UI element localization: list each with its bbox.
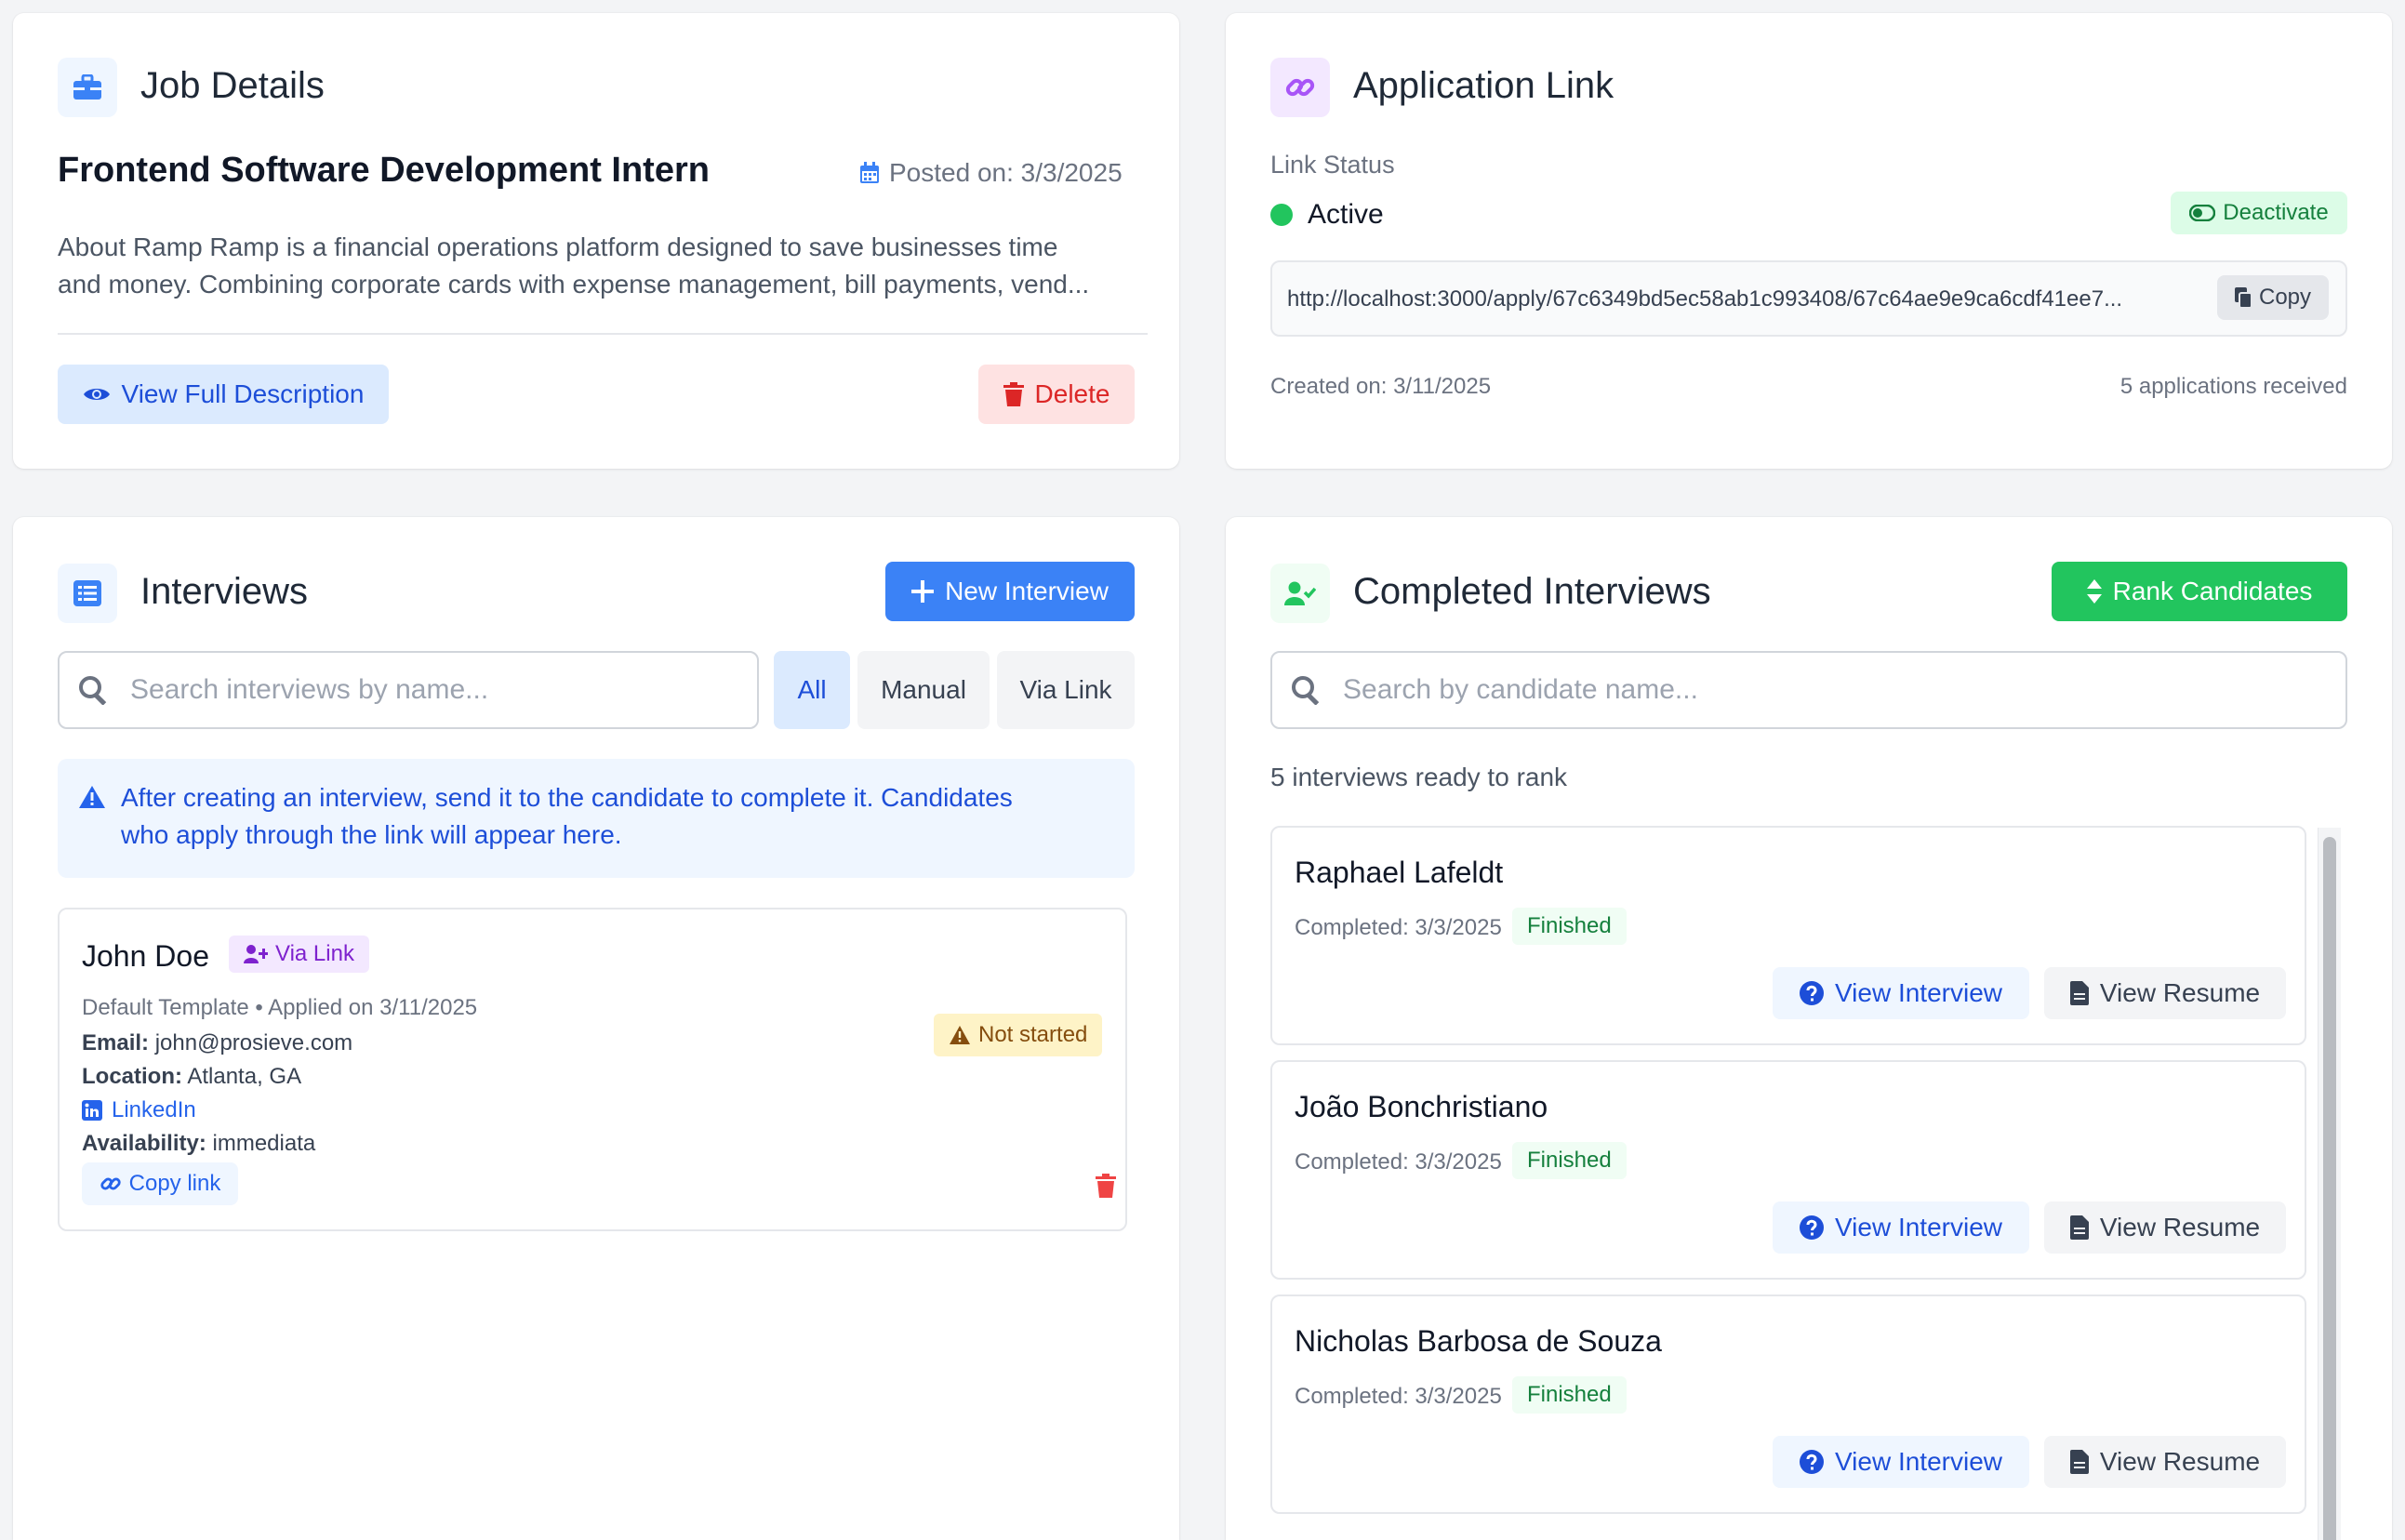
candidate-location: Location: Atlanta, GA bbox=[82, 1064, 302, 1089]
candidate-linkedin-link[interactable]: LinkedIn bbox=[82, 1097, 196, 1123]
new-interview-button[interactable]: New Interview bbox=[885, 562, 1135, 621]
user-check-icon bbox=[1270, 564, 1330, 623]
job-details-card: Job Details Frontend Software Developmen… bbox=[13, 13, 1179, 469]
finished-badge: Finished bbox=[1512, 1142, 1627, 1179]
finished-badge: Finished bbox=[1512, 908, 1627, 945]
link-status-label: Link Status bbox=[1270, 151, 1395, 179]
candidate-meta: Default Template • Applied on 3/11/2025 bbox=[82, 995, 478, 1020]
link-status: Active bbox=[1270, 199, 1384, 231]
view-resume-button[interactable]: View Resume bbox=[2044, 967, 2286, 1019]
linkedin-icon bbox=[82, 1100, 102, 1121]
job-title: Frontend Software Development Intern bbox=[58, 151, 710, 190]
copy-url-button[interactable]: Copy bbox=[2217, 275, 2329, 320]
completed-search-input[interactable] bbox=[1343, 674, 2345, 706]
finished-badge: Finished bbox=[1512, 1376, 1627, 1414]
warning-icon bbox=[79, 786, 105, 808]
link-url[interactable]: http://localhost:3000/apply/67c6349bd5ec… bbox=[1287, 286, 2122, 312]
notice-line2: who apply through the link will appear h… bbox=[121, 820, 622, 849]
applications-received: 5 applications received bbox=[2119, 374, 2347, 399]
scrollbar-track[interactable] bbox=[2318, 828, 2341, 1540]
not-started-badge: Not started bbox=[934, 1014, 1103, 1056]
job-description-line2: and money. Combining corporate cards wit… bbox=[58, 270, 1090, 299]
filter-manual[interactable]: Manual bbox=[857, 651, 990, 729]
view-interview-button[interactable]: View Interview bbox=[1773, 967, 2029, 1019]
notice-line1: After creating an interview, send it to … bbox=[121, 783, 1013, 812]
completed-candidate-card: Raphael Lafeldt Completed: 3/3/2025 Fini… bbox=[1270, 826, 2306, 1045]
completed-date: Completed: 3/3/2025 bbox=[1295, 1384, 1502, 1409]
question-circle-icon bbox=[1799, 1450, 1824, 1474]
delete-candidate-icon[interactable] bbox=[1096, 1174, 1116, 1198]
link-icon bbox=[100, 1177, 121, 1190]
completed-candidate-card: João Bonchristiano Completed: 3/3/2025 F… bbox=[1270, 1060, 2306, 1280]
link-created-on: Created on: 3/11/2025 bbox=[1270, 374, 1492, 399]
info-notice: After creating an interview, send it to … bbox=[58, 759, 1135, 878]
completed-candidate-name: Raphael Lafeldt bbox=[1295, 856, 1504, 889]
completed-candidate-card: Nicholas Barbosa de Souza Completed: 3/3… bbox=[1270, 1294, 2306, 1514]
completed-interviews-title: Completed Interviews bbox=[1353, 571, 1711, 612]
interviews-title: Interviews bbox=[140, 571, 309, 612]
file-icon bbox=[2069, 1215, 2089, 1240]
job-details-title: Job Details bbox=[140, 65, 325, 106]
view-resume-button[interactable]: View Resume bbox=[2044, 1436, 2286, 1488]
search-icon bbox=[1292, 676, 1320, 705]
status-dot bbox=[1270, 204, 1293, 226]
completed-date: Completed: 3/3/2025 bbox=[1295, 1149, 1502, 1175]
completed-search[interactable] bbox=[1270, 651, 2347, 729]
trash-icon bbox=[1003, 382, 1024, 406]
candidate-availability: Availability: immediata bbox=[82, 1131, 316, 1156]
list-icon bbox=[58, 564, 117, 623]
scrollbar-thumb[interactable] bbox=[2323, 837, 2336, 1540]
candidate-email: Email: john@prosieve.com bbox=[82, 1030, 353, 1055]
view-interview-button[interactable]: View Interview bbox=[1773, 1436, 2029, 1488]
filter-via-link[interactable]: Via Link bbox=[997, 651, 1135, 729]
question-circle-icon bbox=[1799, 1215, 1824, 1240]
briefcase-icon bbox=[58, 58, 117, 117]
posted-on: Posted on: 3/3/2025 bbox=[859, 158, 1123, 188]
candidate-name: John Doe bbox=[82, 939, 209, 973]
calendar-icon bbox=[860, 162, 879, 183]
completed-interviews-card: Completed Interviews Rank Candidates 5 i… bbox=[1226, 517, 2392, 1540]
search-icon bbox=[79, 676, 107, 705]
link-url-box: http://localhost:3000/apply/67c6349bd5ec… bbox=[1270, 260, 2347, 337]
user-plus-icon bbox=[244, 945, 268, 963]
eye-icon bbox=[83, 389, 110, 400]
interviews-search[interactable] bbox=[58, 651, 759, 729]
completed-candidate-name: Nicholas Barbosa de Souza bbox=[1295, 1324, 1662, 1358]
interviews-card: Interviews New Interview All Manual Via … bbox=[13, 517, 1179, 1540]
copy-link-button[interactable]: Copy link bbox=[82, 1162, 238, 1205]
filter-all[interactable]: All bbox=[774, 651, 850, 729]
view-resume-button[interactable]: View Resume bbox=[2044, 1201, 2286, 1254]
candidate-card: John Doe Via Link Default Template • App… bbox=[58, 908, 1127, 1231]
copy-icon bbox=[2234, 287, 2252, 308]
divider bbox=[58, 333, 1148, 335]
plus-icon bbox=[911, 580, 935, 603]
job-description-line1: About Ramp Ramp is a financial operation… bbox=[58, 232, 1058, 261]
ready-to-rank-count: 5 interviews ready to rank bbox=[1270, 763, 1568, 791]
sort-icon bbox=[2086, 579, 2102, 604]
file-icon bbox=[2069, 1450, 2089, 1474]
link-icon bbox=[1270, 58, 1330, 117]
warning-icon bbox=[950, 1026, 970, 1044]
via-link-badge: Via Link bbox=[229, 936, 369, 973]
question-circle-icon bbox=[1799, 981, 1824, 1005]
view-interview-button[interactable]: View Interview bbox=[1773, 1201, 2029, 1254]
rank-candidates-button[interactable]: Rank Candidates bbox=[2052, 562, 2347, 621]
delete-job-button[interactable]: Delete bbox=[978, 365, 1135, 424]
toggle-icon bbox=[2189, 205, 2216, 221]
application-link-card: Application Link Link Status Active Deac… bbox=[1226, 13, 2392, 469]
completed-candidate-name: João Bonchristiano bbox=[1295, 1090, 1548, 1123]
interviews-search-input[interactable] bbox=[130, 674, 757, 706]
deactivate-button[interactable]: Deactivate bbox=[2171, 192, 2347, 234]
view-full-description-button[interactable]: View Full Description bbox=[58, 365, 389, 424]
completed-date: Completed: 3/3/2025 bbox=[1295, 915, 1502, 940]
file-icon bbox=[2069, 981, 2089, 1005]
application-link-title: Application Link bbox=[1353, 65, 1614, 106]
